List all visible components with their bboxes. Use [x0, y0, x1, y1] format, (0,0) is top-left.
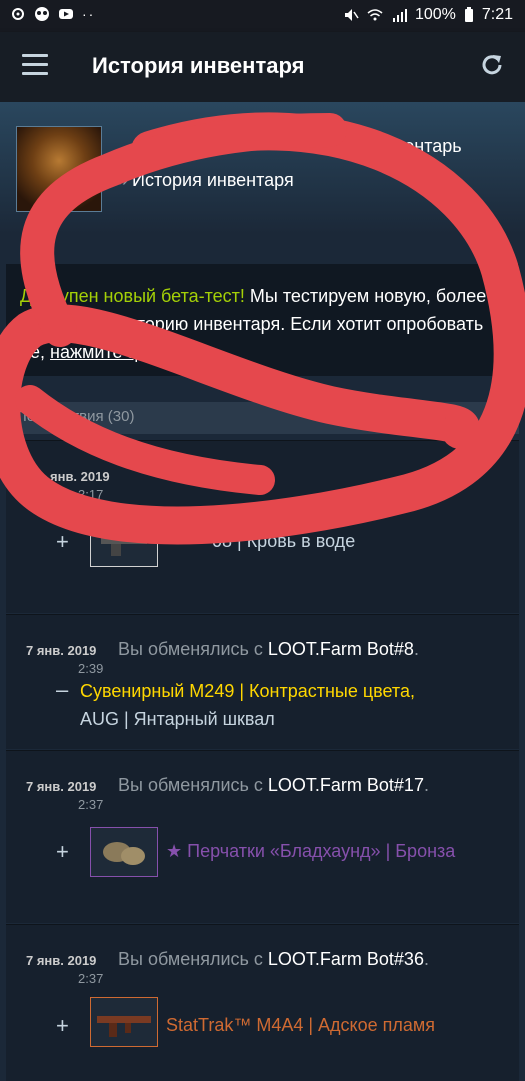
wifi-icon	[367, 9, 383, 21]
filter-label: По действия (30)	[16, 408, 135, 425]
entry-date: янв. 2019	[50, 469, 110, 484]
beta-notice: Доступен новый бета-тест! Мы тестируем н…	[6, 264, 519, 376]
breadcrumb-inventory[interactable]: Инвентарь	[372, 136, 462, 157]
entry-prefix: Вы обменялись с	[118, 949, 268, 969]
breadcrumb-separator: »	[118, 170, 129, 190]
breadcrumb-history: » История инвентаря	[118, 170, 294, 191]
entry-description: Вы обменялись с LOOT.Farm Bot#36.	[118, 949, 429, 970]
app-bar: История инвентаря	[0, 32, 525, 102]
gloves-icon	[103, 842, 145, 865]
entry-suffix: .	[423, 949, 429, 969]
page-title: История инвентаря	[92, 53, 305, 78]
refresh-icon[interactable]	[479, 52, 505, 78]
item-thumbnail[interactable]	[90, 517, 158, 567]
entry-date: 7 янв. 2019	[26, 953, 97, 968]
entry-date: 7 янв. 2019	[26, 779, 97, 794]
rifle-icon	[97, 1016, 151, 1037]
trade-partner[interactable]: LOOT.Farm Bot#8	[268, 639, 414, 659]
entry-sign: +	[56, 529, 69, 554]
signal-icon	[392, 9, 407, 22]
beta-highlight: Доступен новый бета-тест!	[20, 286, 245, 306]
beta-link[interactable]: нажмите здесь	[50, 342, 174, 362]
youtube-icon	[59, 9, 73, 19]
status-bar: ·· 100% 7:21	[0, 0, 525, 32]
status-notifications: ··	[10, 6, 95, 22]
entry-prefix: Вы обменялись с	[118, 639, 268, 659]
item-name[interactable]: Сувенирный M249 | Контрастные цвета,	[80, 681, 415, 702]
entry-sign: +	[56, 839, 69, 864]
mute-icon	[344, 9, 359, 21]
entry-suffix: .	[423, 775, 429, 795]
avatar[interactable]	[16, 126, 102, 212]
breadcrumb-history-label: История инвентаря	[132, 170, 294, 190]
rifle-icon	[101, 538, 147, 556]
entry-description: Вы обменялись с LOOT.Farm Bot#17.	[118, 775, 429, 796]
entry-date: 7 янв. 2019	[26, 643, 97, 658]
entry-sign: +	[56, 1013, 69, 1038]
history-entry: янв. 2019 3:17 + 08 | Кровь в воде	[6, 440, 519, 613]
entry-suffix: .	[413, 639, 419, 659]
entry-time: 2:37	[78, 971, 104, 986]
item-thumbnail[interactable]	[90, 997, 158, 1047]
trade-partner[interactable]: LOOT.Farm Bot#36	[268, 949, 424, 969]
settings-icon	[12, 8, 24, 20]
entry-sign: –	[56, 677, 69, 702]
more-dots-icon: ··	[82, 6, 96, 22]
history-entry: 7 янв. 2019 2:37 Вы обменялись с LOOT.Fa…	[6, 924, 519, 1081]
item-name[interactable]: ★ Перчатки «Бладхаунд» | Бронза	[166, 841, 455, 862]
history-entry: 7 янв. 2019 2:39 Вы обменялись с LOOT.Fa…	[6, 614, 519, 749]
trade-partner[interactable]: LOOT.Farm Bot#17	[268, 775, 424, 795]
panda-icon	[35, 7, 49, 21]
filter-bar[interactable]: По действия (30)	[6, 402, 519, 434]
item-name[interactable]: 08 | Кровь в воде	[212, 531, 355, 552]
menu-icon[interactable]	[22, 54, 48, 76]
beta-tail: .	[174, 342, 180, 362]
entry-time: 3:17	[78, 487, 104, 502]
battery-icon	[464, 7, 473, 22]
entry-time: 2:39	[78, 661, 104, 676]
profile-header: Инвентарь » История инвентаря	[0, 102, 525, 234]
entry-time: 2:37	[78, 797, 104, 812]
clock: 7:21	[481, 6, 513, 23]
battery-percent: 100%	[414, 6, 456, 23]
item-name[interactable]: StatTrak™ M4A4 | Адское пламя	[166, 1015, 435, 1036]
entry-description: Вы обменялись с LOOT.Farm Bot#8.	[118, 639, 419, 660]
status-indicators: 100% 7:21	[343, 6, 513, 24]
item-name[interactable]: AUG | Янтарный шквал	[80, 709, 275, 730]
history-entry: 7 янв. 2019 2:37 Вы обменялись с LOOT.Fa…	[6, 750, 519, 923]
entry-prefix: Вы обменялись с	[118, 775, 268, 795]
item-thumbnail[interactable]	[90, 827, 158, 877]
